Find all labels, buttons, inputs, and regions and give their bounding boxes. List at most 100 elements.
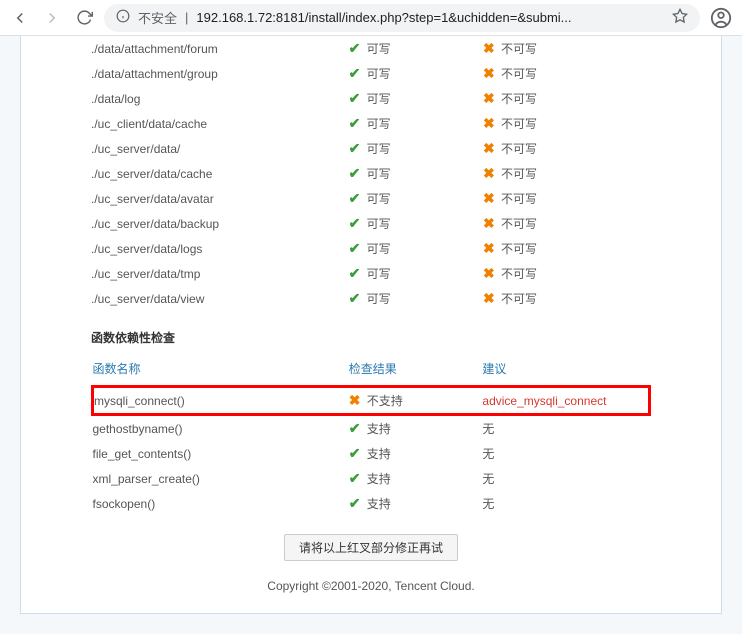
dir-advice: ✖不可写 [483,236,651,261]
info-icon [116,9,130,26]
insecure-label: 不安全 [138,8,177,27]
dir-path: ./data/attachment/group [91,61,349,86]
dir-path: ./data/log [91,86,349,111]
func-status: ✔支持 [349,466,483,491]
forward-button[interactable] [40,6,64,30]
dir-advice: ✖不可写 [483,36,651,61]
install-panel: ./data/attachment/forum✔可写✖不可写./data/att… [20,36,722,614]
dir-path: ./uc_server/data/cache [91,161,349,186]
table-row: fsockopen()✔支持无 [93,491,650,516]
check-icon: ✔ [349,90,367,107]
cross-icon: ✖ [483,115,501,132]
dir-path: ./uc_server/data/view [91,286,349,311]
table-row: ./uc_server/data/logs✔可写✖不可写 [91,236,651,261]
func-name: xml_parser_create() [93,466,349,491]
dir-status: ✔可写 [349,286,483,311]
func-name: gethostbyname() [93,415,349,442]
dir-status: ✔可写 [349,261,483,286]
advice-link[interactable]: advice_mysqli_connect [482,394,606,408]
dir-status: ✔可写 [349,236,483,261]
dir-status: ✔可写 [349,61,483,86]
func-status: ✔支持 [349,441,483,466]
header-name: 函数名称 [93,356,349,387]
function-check-table: 函数名称 检查结果 建议 mysqli_connect()✖不支持advice_… [91,356,651,516]
table-row: file_get_contents()✔支持无 [93,441,650,466]
table-row: ./uc_server/data/view✔可写✖不可写 [91,286,651,311]
table-header: 函数名称 检查结果 建议 [93,356,650,387]
header-check: 检查结果 [349,356,483,387]
dir-advice: ✖不可写 [483,111,651,136]
dir-advice: ✖不可写 [483,261,651,286]
table-row: ./data/attachment/group✔可写✖不可写 [91,61,651,86]
dir-status: ✔可写 [349,186,483,211]
func-status: ✖不支持 [349,387,483,415]
check-icon: ✔ [349,115,367,132]
dir-status: ✔可写 [349,211,483,236]
func-name: fsockopen() [93,491,349,516]
check-icon: ✔ [349,240,367,257]
check-icon: ✔ [349,420,367,437]
separator: | [185,10,188,25]
cross-icon: ✖ [483,40,501,57]
func-advice: 无 [482,491,649,516]
table-row: ./data/log✔可写✖不可写 [91,86,651,111]
check-icon: ✔ [349,290,367,307]
table-row: ./uc_server/data/tmp✔可写✖不可写 [91,261,651,286]
dir-path: ./uc_server/data/ [91,136,349,161]
function-check-title: 函数依赖性检查 [91,311,651,356]
footer-text: Copyright ©2001-2020, Tencent Cloud. [21,561,721,593]
reload-button[interactable] [72,6,96,30]
cross-icon: ✖ [483,215,501,232]
func-status: ✔支持 [349,415,483,442]
dir-path: ./uc_server/data/avatar [91,186,349,211]
table-row: ./uc_server/data/✔可写✖不可写 [91,136,651,161]
cross-icon: ✖ [483,190,501,207]
dir-advice: ✖不可写 [483,136,651,161]
profile-button[interactable] [708,5,734,31]
func-status: ✔支持 [349,491,483,516]
address-bar[interactable]: 不安全 | 192.168.1.72:8181/install/index.ph… [104,4,700,32]
table-row: mysqli_connect()✖不支持advice_mysqli_connec… [93,387,650,415]
dir-status: ✔可写 [349,136,483,161]
check-icon: ✔ [349,445,367,462]
cross-icon: ✖ [483,65,501,82]
cross-icon: ✖ [483,140,501,157]
check-icon: ✔ [349,470,367,487]
dir-path: ./uc_server/data/tmp [91,261,349,286]
header-advice: 建议 [482,356,649,387]
retry-button[interactable]: 请将以上红叉部分修正再试 [284,534,458,561]
check-icon: ✔ [349,140,367,157]
table-row: ./uc_server/data/avatar✔可写✖不可写 [91,186,651,211]
url-text: 192.168.1.72:8181/install/index.php?step… [196,10,664,25]
func-advice: 无 [482,466,649,491]
directory-check-table: ./data/attachment/forum✔可写✖不可写./data/att… [91,36,651,311]
cross-icon: ✖ [483,90,501,107]
back-button[interactable] [8,6,32,30]
func-advice: 无 [482,441,649,466]
check-icon: ✔ [349,65,367,82]
func-advice: advice_mysqli_connect [482,387,649,415]
func-advice: 无 [482,415,649,442]
cross-icon: ✖ [349,392,367,409]
cross-icon: ✖ [483,165,501,182]
table-row: ./uc_client/data/cache✔可写✖不可写 [91,111,651,136]
cross-icon: ✖ [483,265,501,282]
bookmark-icon[interactable] [672,8,688,27]
check-icon: ✔ [349,190,367,207]
browser-toolbar: 不安全 | 192.168.1.72:8181/install/index.ph… [0,0,742,36]
check-icon: ✔ [349,215,367,232]
dir-path: ./data/attachment/forum [91,36,349,61]
func-name: mysqli_connect() [93,387,349,415]
dir-status: ✔可写 [349,86,483,111]
dir-path: ./uc_client/data/cache [91,111,349,136]
check-icon: ✔ [349,40,367,57]
page-body: ./data/attachment/forum✔可写✖不可写./data/att… [0,36,742,634]
check-icon: ✔ [349,495,367,512]
table-row: xml_parser_create()✔支持无 [93,466,650,491]
dir-status: ✔可写 [349,111,483,136]
dir-path: ./uc_server/data/backup [91,211,349,236]
dir-advice: ✖不可写 [483,186,651,211]
dir-advice: ✖不可写 [483,211,651,236]
dir-advice: ✖不可写 [483,61,651,86]
dir-status: ✔可写 [349,161,483,186]
